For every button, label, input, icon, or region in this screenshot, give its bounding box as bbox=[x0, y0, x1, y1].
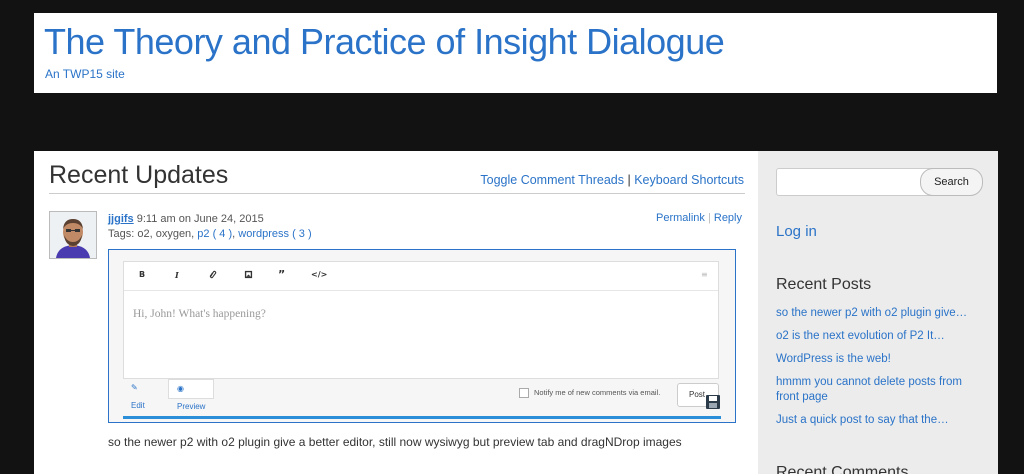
code-icon[interactable]: </> bbox=[311, 270, 327, 279]
post-actions: Permalink | Reply bbox=[656, 212, 742, 224]
site-header: The Theory and Practice of Insight Dialo… bbox=[34, 13, 997, 93]
list-item[interactable]: hmmm you cannot delete posts from front … bbox=[776, 375, 986, 405]
tags-plain: o2, oxygen, bbox=[137, 228, 195, 240]
editor-box: B I ” </> ≡ Hi, John! What's happening? bbox=[123, 261, 719, 379]
post-author-link[interactable]: jjgifs bbox=[108, 213, 134, 225]
recent-post-link[interactable]: so the newer p2 with o2 plugin give… bbox=[776, 307, 967, 319]
recent-post-link[interactable]: Just a quick post to say that the… bbox=[776, 414, 949, 426]
heading-divider bbox=[49, 193, 745, 194]
upload-progress-fill bbox=[123, 416, 721, 419]
inline-editor: B I ” </> ≡ Hi, John! What's happening? … bbox=[108, 249, 736, 423]
action-separator: | bbox=[707, 212, 711, 224]
permalink-link[interactable]: Permalink bbox=[656, 212, 705, 224]
italic-button[interactable]: I bbox=[175, 270, 179, 280]
page-title: Recent Updates bbox=[49, 161, 229, 189]
heading-links: Toggle Comment Threads | Keyboard Shortc… bbox=[480, 173, 744, 187]
tag-wordpress-link[interactable]: wordpress ( 3 ) bbox=[238, 228, 311, 240]
site-title[interactable]: The Theory and Practice of Insight Dialo… bbox=[44, 21, 725, 63]
recent-post-link[interactable]: hmmm you cannot delete posts from front … bbox=[776, 376, 962, 403]
main-content: Recent Updates Toggle Comment Threads | … bbox=[34, 151, 758, 474]
save-icon bbox=[706, 395, 720, 409]
post-button-label: Post bbox=[689, 390, 706, 399]
login-link[interactable]: Log in bbox=[776, 223, 817, 240]
tab-edit[interactable]: ✎ Edit bbox=[123, 379, 153, 410]
link-separator: | bbox=[627, 173, 631, 187]
link-icon[interactable] bbox=[209, 270, 218, 281]
sidebar: Search Log in Recent Posts so the newer … bbox=[758, 151, 998, 474]
recent-post-link[interactable]: WordPress is the web! bbox=[776, 353, 891, 365]
tags-label: Tags: bbox=[108, 228, 135, 240]
list-item[interactable]: Just a quick post to say that the… bbox=[776, 413, 986, 428]
avatar-image bbox=[50, 212, 96, 258]
editor-toolbar: B I ” </> ≡ bbox=[124, 262, 718, 291]
post-body: so the newer p2 with o2 plugin give a be… bbox=[108, 435, 682, 449]
search-button[interactable]: Search bbox=[920, 168, 983, 196]
image-icon-glyph bbox=[244, 270, 253, 279]
avatar[interactable] bbox=[49, 211, 97, 259]
eye-icon: ◉ bbox=[177, 384, 184, 393]
notify-label: Notify me of new comments via email. bbox=[534, 388, 661, 397]
editor-placeholder[interactable]: Hi, John! What's happening? bbox=[133, 308, 266, 320]
upload-progress-bar bbox=[123, 416, 721, 419]
list-item[interactable]: so the newer p2 with o2 plugin give… bbox=[776, 306, 986, 321]
recent-post-link[interactable]: o2 is the next evolution of P2 It… bbox=[776, 330, 945, 342]
link-icon-glyph bbox=[209, 270, 217, 279]
list-item[interactable]: WordPress is the web! bbox=[776, 352, 986, 367]
bold-button[interactable]: B bbox=[139, 270, 145, 279]
image-icon[interactable] bbox=[244, 270, 253, 281]
recent-comments-heading: Recent Comments bbox=[776, 464, 909, 474]
recent-posts-list: so the newer p2 with o2 plugin give… o2 … bbox=[776, 306, 986, 436]
notify-option[interactable]: Notify me of new comments via email. bbox=[519, 388, 661, 399]
recent-posts-heading: Recent Posts bbox=[776, 276, 872, 293]
notify-checkbox[interactable] bbox=[519, 388, 529, 399]
tag-p2-link[interactable]: p2 ( 4 ) bbox=[197, 228, 232, 240]
site-description: An TWP15 site bbox=[45, 67, 125, 81]
reply-link[interactable]: Reply bbox=[714, 212, 742, 224]
more-icon[interactable]: ≡ bbox=[701, 270, 708, 279]
post-button[interactable]: Post bbox=[677, 383, 720, 409]
keyboard-shortcuts-link[interactable]: Keyboard Shortcuts bbox=[634, 173, 744, 187]
tab-preview-label: Preview bbox=[177, 402, 206, 411]
list-item[interactable]: o2 is the next evolution of P2 It… bbox=[776, 329, 986, 344]
post-time: 9:11 am on June 24, 2015 bbox=[136, 213, 264, 225]
search-input[interactable] bbox=[776, 168, 942, 196]
quote-icon[interactable]: ” bbox=[278, 268, 285, 281]
toggle-comment-threads-link[interactable]: Toggle Comment Threads bbox=[480, 173, 624, 187]
tag-separator: , bbox=[232, 228, 236, 240]
pencil-icon: ✎ bbox=[131, 383, 138, 392]
post-meta: jjgifs 9:11 am on June 24, 2015 Tags: o2… bbox=[108, 212, 312, 242]
tab-preview[interactable]: ◉ Preview bbox=[168, 379, 215, 411]
tab-edit-label: Edit bbox=[131, 401, 145, 410]
